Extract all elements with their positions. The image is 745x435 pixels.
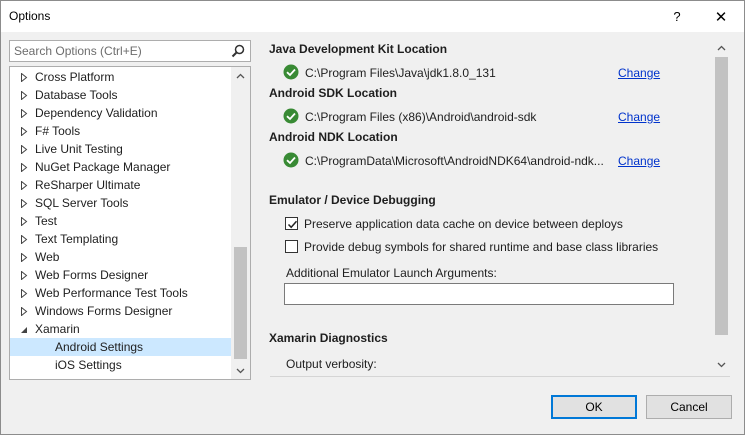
help-icon: ? bbox=[673, 9, 681, 24]
tree-item-label: Web Forms Designer bbox=[35, 268, 149, 282]
collapse-arrow-icon[interactable] bbox=[19, 320, 29, 338]
tree-item-label: Test bbox=[35, 214, 58, 228]
emulator-section-title: Emulator / Device Debugging bbox=[269, 193, 436, 207]
chevron-down-icon bbox=[236, 368, 245, 373]
sdk-section-title: Android SDK Location bbox=[269, 86, 397, 100]
search-input[interactable] bbox=[10, 44, 224, 58]
emulator-args-input[interactable] bbox=[284, 283, 674, 305]
tree-item[interactable]: Web bbox=[10, 248, 232, 266]
tree-item-label: iOS Settings bbox=[55, 358, 122, 372]
checkmark-icon bbox=[287, 220, 298, 229]
help-button[interactable]: ? bbox=[655, 1, 699, 32]
expand-arrow-icon[interactable] bbox=[19, 212, 29, 230]
scroll-down-button[interactable] bbox=[231, 362, 250, 379]
tree-list: Cross Platform Database Tools Dependency V… bbox=[10, 68, 232, 374]
tree-item[interactable]: Dependency Validation bbox=[10, 104, 232, 122]
tree-item[interactable]: Cross Platform bbox=[10, 68, 232, 86]
tree-item-label: NuGet Package Manager bbox=[35, 160, 171, 174]
expand-arrow-icon[interactable] bbox=[19, 140, 29, 158]
expand-arrow-icon[interactable] bbox=[19, 248, 29, 266]
chevron-up-icon bbox=[717, 45, 726, 50]
checkmark-ok-icon bbox=[283, 152, 299, 168]
expand-arrow-icon[interactable] bbox=[19, 86, 29, 104]
ok-button[interactable]: OK bbox=[551, 395, 637, 419]
tree-item-label: Dependency Validation bbox=[35, 106, 158, 120]
checkmark-ok-icon bbox=[283, 64, 299, 80]
jdk-change-link[interactable]: Change bbox=[618, 66, 660, 80]
debug-symbols-checkbox[interactable] bbox=[285, 240, 298, 253]
settings-scrollbar[interactable] bbox=[713, 39, 730, 373]
scroll-thumb[interactable] bbox=[715, 57, 728, 335]
tree-item-label: Windows Forms Designer bbox=[35, 304, 173, 318]
expand-arrow-icon[interactable] bbox=[19, 266, 29, 284]
diagnostics-section-title: Xamarin Diagnostics bbox=[269, 331, 388, 345]
settings-pane: Java Development Kit Location C:\Program… bbox=[263, 39, 730, 375]
tree-item-label: Web Performance Test Tools bbox=[35, 286, 188, 300]
ndk-path: C:\ProgramData\Microsoft\AndroidNDK64\an… bbox=[305, 154, 604, 168]
tree-item-label: F# Tools bbox=[35, 124, 81, 138]
close-button[interactable]: ✕ bbox=[699, 1, 743, 32]
ndk-change-link[interactable]: Change bbox=[618, 154, 660, 168]
tree-scrollbar[interactable] bbox=[231, 67, 250, 379]
close-icon: ✕ bbox=[714, 8, 728, 26]
emulator-args-label: Additional Emulator Launch Arguments: bbox=[286, 266, 497, 280]
tree-item[interactable]: NuGet Package Manager bbox=[10, 158, 232, 176]
tree-item-label: Text Templating bbox=[35, 232, 119, 246]
tree-item-label: Web bbox=[35, 250, 60, 264]
tree-item-label: Cross Platform bbox=[35, 70, 115, 84]
expand-arrow-icon[interactable] bbox=[19, 104, 29, 122]
tree-item[interactable]: Live Unit Testing bbox=[10, 140, 232, 158]
tree-item-label: SQL Server Tools bbox=[35, 196, 129, 210]
tree-item-label: Live Unit Testing bbox=[35, 142, 123, 156]
tree-item[interactable]: Web Performance Test Tools bbox=[10, 284, 232, 302]
divider bbox=[270, 376, 730, 377]
search-box bbox=[9, 40, 251, 62]
chevron-down-icon bbox=[717, 362, 726, 367]
chevron-up-icon bbox=[236, 73, 245, 78]
title-bar: Options ? ✕ bbox=[1, 1, 744, 32]
expand-arrow-icon[interactable] bbox=[19, 230, 29, 248]
tree-item[interactable]: Windows Forms Designer bbox=[10, 302, 232, 320]
expand-arrow-icon[interactable] bbox=[19, 176, 29, 194]
tree-item[interactable]: Text Templating bbox=[10, 230, 232, 248]
options-dialog: Options ? ✕ Cross Platform Database Tools… bbox=[0, 0, 745, 435]
tree-item-label: Android Settings bbox=[55, 340, 144, 354]
tree-item[interactable]: iOS Settings bbox=[10, 356, 232, 374]
tree-item[interactable]: Web Forms Designer bbox=[10, 266, 232, 284]
jdk-path: C:\Program Files\Java\jdk1.8.0_131 bbox=[305, 66, 496, 80]
tree-item-label: Database Tools bbox=[35, 88, 118, 102]
checkmark-ok-icon bbox=[283, 108, 299, 124]
expand-arrow-icon[interactable] bbox=[19, 122, 29, 140]
jdk-section-title: Java Development Kit Location bbox=[269, 42, 448, 56]
tree-item[interactable]: Test bbox=[10, 212, 232, 230]
window-title: Options bbox=[9, 9, 51, 23]
scroll-up-button[interactable] bbox=[231, 67, 250, 84]
options-tree: Cross Platform Database Tools Dependency V… bbox=[9, 66, 251, 380]
tree-item-label: ReSharper Ultimate bbox=[35, 178, 141, 192]
tree-item[interactable]: ReSharper Ultimate bbox=[10, 176, 232, 194]
expand-arrow-icon[interactable] bbox=[19, 68, 29, 86]
expand-arrow-icon[interactable] bbox=[19, 302, 29, 320]
debug-symbols-label[interactable]: Provide debug symbols for shared runtime… bbox=[304, 240, 658, 254]
scroll-up-button[interactable] bbox=[713, 39, 730, 56]
scroll-thumb[interactable] bbox=[234, 247, 247, 359]
tree-item[interactable]: Android Settings bbox=[10, 338, 232, 356]
tree-item[interactable]: F# Tools bbox=[10, 122, 232, 140]
output-verbosity-label: Output verbosity: bbox=[286, 357, 377, 371]
tree-item[interactable]: SQL Server Tools bbox=[10, 194, 232, 212]
tree-item-label: Xamarin bbox=[35, 322, 80, 336]
expand-arrow-icon[interactable] bbox=[19, 194, 29, 212]
ndk-section-title: Android NDK Location bbox=[269, 130, 398, 144]
scroll-down-button[interactable] bbox=[713, 356, 730, 373]
tree-item[interactable]: Database Tools bbox=[10, 86, 232, 104]
tree-item[interactable]: Xamarin bbox=[10, 320, 232, 338]
search-icon[interactable] bbox=[230, 43, 246, 59]
cancel-button[interactable]: Cancel bbox=[646, 395, 732, 419]
preserve-cache-label[interactable]: Preserve application data cache on devic… bbox=[304, 217, 623, 231]
sdk-change-link[interactable]: Change bbox=[618, 110, 660, 124]
sdk-path: C:\Program Files (x86)\Android\android-s… bbox=[305, 110, 537, 124]
expand-arrow-icon[interactable] bbox=[19, 284, 29, 302]
preserve-cache-checkbox[interactable] bbox=[285, 217, 298, 230]
expand-arrow-icon[interactable] bbox=[19, 158, 29, 176]
